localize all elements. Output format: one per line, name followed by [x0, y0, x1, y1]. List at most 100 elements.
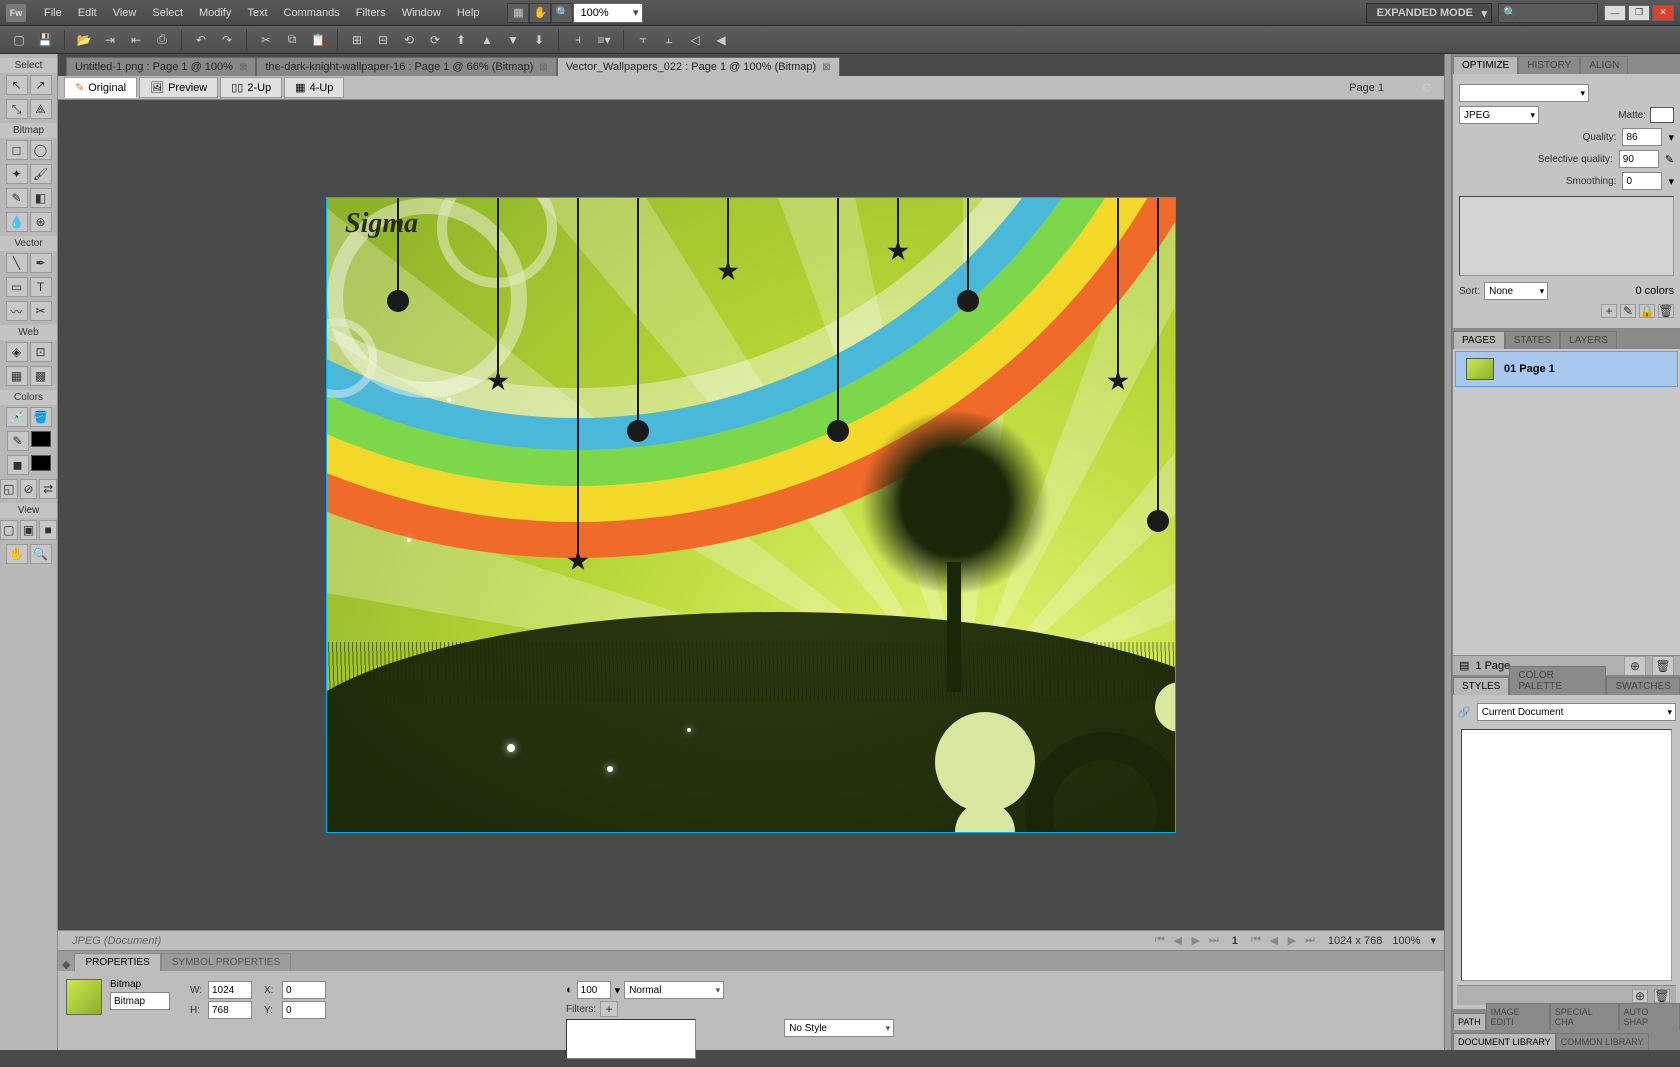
import-icon[interactable]: ⇥	[99, 29, 121, 51]
stroke-color[interactable]: ✎	[7, 431, 29, 451]
eyedropper-tool[interactable]: 💉	[6, 407, 28, 427]
opacity-dropdown-icon[interactable]: ▾	[615, 984, 621, 997]
screen-mode-2[interactable]: ▣	[20, 520, 38, 540]
redo-icon[interactable]: ↷	[216, 29, 238, 51]
freeform-tool[interactable]: 〰	[6, 301, 28, 321]
pen-tool[interactable]: ✒	[30, 253, 52, 273]
status-zoom[interactable]: 100%	[1392, 935, 1420, 947]
zoom-tool[interactable]: 🔍	[30, 544, 52, 564]
view-tab-4up[interactable]: ▦4-Up	[284, 77, 344, 98]
frame-prev-icon[interactable]: ◀	[1266, 934, 1282, 948]
page-options-icon[interactable]: ▤	[1459, 659, 1469, 672]
close-icon[interactable]: ⊠	[822, 62, 830, 73]
wand-tool[interactable]: ✦	[6, 164, 28, 184]
close-icon[interactable]: ⊠	[239, 62, 247, 73]
frame-next-icon[interactable]: ▶	[1284, 934, 1300, 948]
add-filter-button[interactable]: +	[600, 1001, 618, 1017]
flip-h-icon[interactable]: ◁	[684, 29, 706, 51]
swap-colors[interactable]: ⇄	[39, 479, 57, 499]
subselect-tool[interactable]: ↗	[30, 75, 52, 95]
bring-front-icon[interactable]: ⬆	[450, 29, 472, 51]
lock-color-icon[interactable]: 🔒	[1639, 304, 1655, 318]
quality-input[interactable]	[1622, 128, 1662, 146]
tab-align[interactable]: ALIGN	[1580, 56, 1628, 74]
menu-select[interactable]: Select	[144, 3, 191, 23]
layout-icon[interactable]: ▦	[507, 3, 529, 23]
cut-icon[interactable]: ✂	[255, 29, 277, 51]
print-icon[interactable]: ⎙	[151, 29, 173, 51]
selective-quality-input[interactable]	[1619, 150, 1659, 168]
zoom-icon[interactable]: 🔍	[551, 3, 573, 23]
menu-commands[interactable]: Commands	[276, 3, 348, 23]
style-select[interactable]: No Style	[784, 1019, 894, 1037]
delete-style-button[interactable]: 🗑	[1654, 989, 1670, 1003]
send-backward-icon[interactable]: ▼	[502, 29, 524, 51]
close-icon[interactable]: ⊠	[539, 62, 547, 73]
flip-v-icon[interactable]: ◀	[710, 29, 732, 51]
new-page-button[interactable]: ⊕	[1624, 656, 1646, 676]
send-back-icon[interactable]: ⬇	[528, 29, 550, 51]
align-center-v-icon[interactable]: ⫟	[632, 29, 654, 51]
menu-help[interactable]: Help	[449, 3, 488, 23]
tab-symbol-properties[interactable]: SYMBOL PROPERTIES	[161, 953, 291, 971]
edit-selq-icon[interactable]: ✎	[1665, 153, 1674, 166]
delete-color-icon[interactable]: 🗑	[1658, 304, 1674, 318]
view-tab-preview[interactable]: 🖼Preview	[139, 77, 218, 98]
last-page-icon[interactable]: ⏭	[1206, 934, 1222, 948]
export-icon[interactable]: ⇤	[125, 29, 147, 51]
zoom-select[interactable]: 100%	[573, 3, 643, 23]
page-options-icon[interactable]: ⚙	[1416, 77, 1438, 99]
page-indicator[interactable]: Page 1	[1349, 82, 1414, 94]
open-icon[interactable]: 📂	[73, 29, 95, 51]
align-menu-icon[interactable]: ≡▾	[593, 29, 615, 51]
rectangle-tool[interactable]: ▭	[6, 277, 28, 297]
saved-settings-select[interactable]	[1459, 84, 1589, 102]
group-icon[interactable]: ⊞	[346, 29, 368, 51]
menu-file[interactable]: File	[36, 3, 70, 23]
tab-auto-shapes[interactable]: AUTO SHAP	[1619, 1003, 1680, 1030]
stamp-tool[interactable]: ⊛	[30, 212, 52, 232]
tab-states[interactable]: STATES	[1505, 331, 1560, 349]
height-input[interactable]	[208, 1001, 252, 1019]
tab-properties[interactable]: PROPERTIES	[74, 953, 160, 971]
styles-scope-select[interactable]: Current Document	[1477, 703, 1676, 721]
frame-last-icon[interactable]: ⏭	[1302, 934, 1318, 948]
show-slices-tool[interactable]: ▩	[30, 366, 52, 386]
blur-tool[interactable]: 💧	[6, 212, 28, 232]
menu-text[interactable]: Text	[239, 3, 275, 23]
hand-tool[interactable]: ✋	[6, 544, 28, 564]
menu-filters[interactable]: Filters	[348, 3, 394, 23]
sort-select[interactable]: None	[1484, 282, 1548, 300]
no-color[interactable]: ⊘	[20, 479, 38, 499]
play-icon[interactable]: ▶	[1188, 934, 1204, 948]
copy-icon[interactable]: ⧉	[281, 29, 303, 51]
window-minimize-button[interactable]: —	[1604, 5, 1626, 21]
paste-icon[interactable]: 📋	[307, 29, 329, 51]
smoothing-dropdown-icon[interactable]: ▾	[1668, 175, 1674, 188]
stroke-swatch[interactable]	[31, 431, 51, 447]
knife-tool[interactable]: ✂	[30, 301, 52, 321]
selection-name-input[interactable]	[110, 992, 170, 1010]
new-style-button[interactable]: ⊕	[1632, 989, 1648, 1003]
add-color-icon[interactable]: +	[1601, 304, 1617, 318]
rotate-cw-icon[interactable]: ⟳	[424, 29, 446, 51]
filters-list[interactable]	[566, 1019, 696, 1059]
bucket-tool[interactable]: 🪣	[30, 407, 52, 427]
menu-modify[interactable]: Modify	[191, 3, 239, 23]
first-page-icon[interactable]: ⏮	[1152, 934, 1168, 948]
tab-pages[interactable]: PAGES	[1453, 331, 1505, 349]
doc-tab-1[interactable]: the-dark-knight-wallpaper-16 : Page 1 @ …	[256, 57, 556, 76]
styles-link-icon[interactable]: 🔗	[1457, 706, 1471, 719]
quality-slider-icon[interactable]: ▾	[1668, 131, 1674, 144]
eraser-tool[interactable]: ◧	[30, 188, 52, 208]
tab-styles[interactable]: STYLES	[1453, 677, 1509, 695]
tab-optimize[interactable]: OPTIMIZE	[1453, 56, 1518, 74]
y-input[interactable]	[282, 1001, 326, 1019]
styles-list[interactable]	[1461, 729, 1672, 981]
blend-mode-select[interactable]: Normal	[624, 981, 724, 999]
lasso-tool[interactable]: ◯	[30, 140, 52, 160]
x-input[interactable]	[282, 981, 326, 999]
menu-edit[interactable]: Edit	[70, 3, 105, 23]
tab-swatches[interactable]: SWATCHES	[1606, 677, 1680, 695]
tab-history[interactable]: HISTORY	[1518, 56, 1580, 74]
